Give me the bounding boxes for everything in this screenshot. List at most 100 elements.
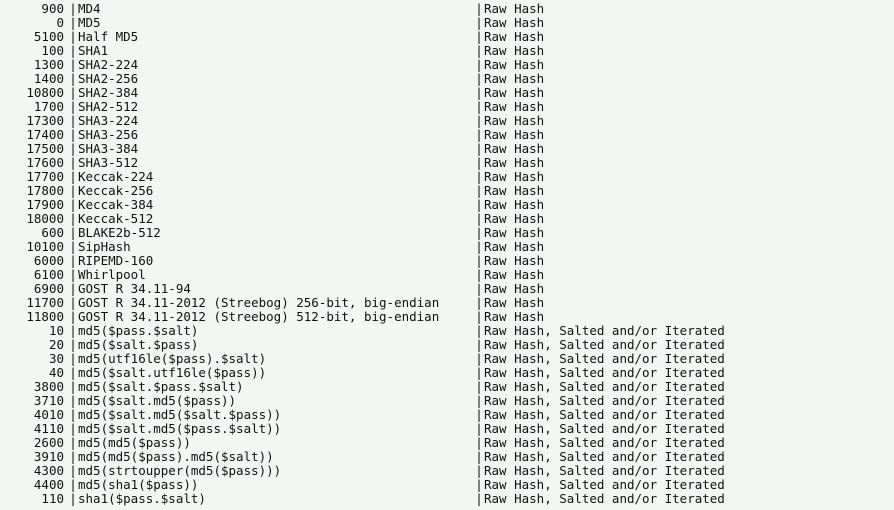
mode-id: 10800 (6, 86, 68, 100)
column-divider: | (474, 212, 484, 226)
table-row: 4400|md5(sha1($pass))|Raw Hash, Salted a… (6, 478, 888, 492)
column-divider: | (68, 114, 78, 128)
mode-category: Raw Hash (484, 44, 888, 58)
column-divider: | (474, 464, 484, 478)
column-divider: | (68, 226, 78, 240)
table-row: 6100|Whirlpool|Raw Hash (6, 268, 888, 282)
column-divider: | (68, 254, 78, 268)
mode-name: md5(sha1($pass)) (78, 478, 474, 492)
mode-name: MD4 (78, 2, 474, 16)
table-row: 4010|md5($salt.md5($salt.$pass))|Raw Has… (6, 408, 888, 422)
mode-category: Raw Hash, Salted and/or Iterated (484, 380, 888, 394)
mode-name: GOST R 34.11-2012 (Streebog) 512-bit, bi… (78, 310, 474, 324)
table-row: 4300|md5(strtoupper(md5($pass)))|Raw Has… (6, 464, 888, 478)
table-row: 20|md5($salt.$pass)|Raw Hash, Salted and… (6, 338, 888, 352)
column-divider: | (68, 338, 78, 352)
mode-name: SHA1 (78, 44, 474, 58)
table-row: 6000|RIPEMD-160|Raw Hash (6, 254, 888, 268)
column-divider: | (68, 324, 78, 338)
mode-id: 10100 (6, 240, 68, 254)
mode-name: md5($salt.$pass) (78, 338, 474, 352)
mode-category: Raw Hash (484, 296, 888, 310)
mode-name: SHA2-256 (78, 72, 474, 86)
mode-category: Raw Hash (484, 86, 888, 100)
mode-id: 17300 (6, 114, 68, 128)
mode-id: 110 (6, 492, 68, 506)
mode-name: sha1($pass.$salt) (78, 492, 474, 506)
column-divider: | (474, 156, 484, 170)
column-divider: | (68, 2, 78, 16)
mode-name: md5($salt.$pass.$salt) (78, 380, 474, 394)
mode-id: 20 (6, 338, 68, 352)
mode-category: Raw Hash (484, 114, 888, 128)
mode-name: Keccak-512 (78, 212, 474, 226)
mode-category: Raw Hash (484, 2, 888, 16)
column-divider: | (474, 478, 484, 492)
table-row: 10|md5($pass.$salt)|Raw Hash, Salted and… (6, 324, 888, 338)
mode-name: md5($salt.utf16le($pass)) (78, 366, 474, 380)
column-divider: | (474, 282, 484, 296)
column-divider: | (474, 16, 484, 30)
mode-name: SHA3-224 (78, 114, 474, 128)
mode-category: Raw Hash (484, 226, 888, 240)
column-divider: | (68, 450, 78, 464)
mode-id: 17500 (6, 142, 68, 156)
column-divider: | (474, 380, 484, 394)
column-divider: | (68, 464, 78, 478)
column-divider: | (474, 422, 484, 436)
table-row: 10800|SHA2-384|Raw Hash (6, 86, 888, 100)
column-divider: | (474, 30, 484, 44)
table-row: 17400|SHA3-256|Raw Hash (6, 128, 888, 142)
mode-id: 6100 (6, 268, 68, 282)
column-divider: | (68, 142, 78, 156)
mode-category: Raw Hash (484, 142, 888, 156)
table-row: 1700|SHA2-512|Raw Hash (6, 100, 888, 114)
column-divider: | (474, 436, 484, 450)
mode-id: 1700 (6, 100, 68, 114)
table-row: 30|md5(utf16le($pass).$salt)|Raw Hash, S… (6, 352, 888, 366)
mode-id: 17600 (6, 156, 68, 170)
mode-category: Raw Hash, Salted and/or Iterated (484, 408, 888, 422)
mode-category: Raw Hash, Salted and/or Iterated (484, 492, 888, 506)
mode-category: Raw Hash (484, 128, 888, 142)
mode-category: Raw Hash (484, 212, 888, 226)
table-row: 17700|Keccak-224|Raw Hash (6, 170, 888, 184)
mode-name: SHA3-512 (78, 156, 474, 170)
column-divider: | (68, 128, 78, 142)
mode-name: SHA2-384 (78, 86, 474, 100)
column-divider: | (68, 170, 78, 184)
mode-category: Raw Hash (484, 240, 888, 254)
column-divider: | (68, 156, 78, 170)
column-divider: | (68, 16, 78, 30)
mode-name: md5(md5($pass)) (78, 436, 474, 450)
mode-category: Raw Hash (484, 58, 888, 72)
mode-id: 600 (6, 226, 68, 240)
column-divider: | (68, 492, 78, 506)
column-divider: | (474, 310, 484, 324)
mode-id: 3710 (6, 394, 68, 408)
column-divider: | (474, 226, 484, 240)
column-divider: | (68, 30, 78, 44)
mode-id: 30 (6, 352, 68, 366)
table-row: 40|md5($salt.utf16le($pass))|Raw Hash, S… (6, 366, 888, 380)
mode-name: BLAKE2b-512 (78, 226, 474, 240)
column-divider: | (474, 450, 484, 464)
mode-category: Raw Hash, Salted and/or Iterated (484, 422, 888, 436)
mode-name: SipHash (78, 240, 474, 254)
column-divider: | (68, 310, 78, 324)
table-row: 5100|Half MD5|Raw Hash (6, 30, 888, 44)
column-divider: | (474, 408, 484, 422)
column-divider: | (68, 436, 78, 450)
column-divider: | (474, 366, 484, 380)
mode-name: Keccak-224 (78, 170, 474, 184)
mode-category: Raw Hash (484, 268, 888, 282)
mode-name: Keccak-256 (78, 184, 474, 198)
mode-id: 4400 (6, 478, 68, 492)
column-divider: | (68, 282, 78, 296)
mode-category: Raw Hash (484, 282, 888, 296)
table-row: 4110|md5($salt.md5($pass.$salt))|Raw Has… (6, 422, 888, 436)
column-divider: | (68, 408, 78, 422)
column-divider: | (474, 324, 484, 338)
mode-category: Raw Hash (484, 100, 888, 114)
mode-name: md5(utf16le($pass).$salt) (78, 352, 474, 366)
